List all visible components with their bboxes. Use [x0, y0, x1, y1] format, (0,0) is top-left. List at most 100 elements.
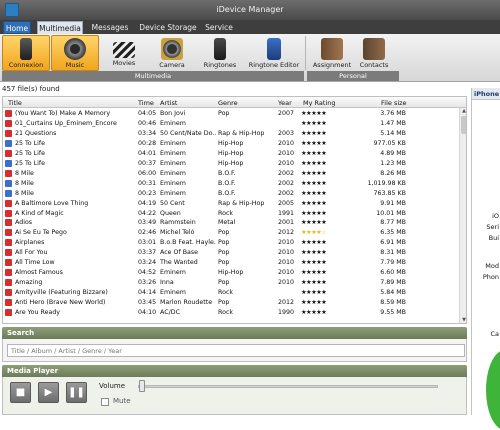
cell-size: 1.23 MB	[380, 159, 406, 167]
play-button[interactable]: ▶	[38, 382, 59, 403]
rating-stars[interactable]: ★★★★★	[301, 258, 326, 267]
cell-year: 2002	[278, 179, 295, 187]
rating-stars[interactable]: ★★★★★	[301, 159, 326, 168]
cell-size: 6.60 MB	[380, 269, 406, 277]
search-heading: Search	[2, 327, 467, 339]
table-row[interactable]: Almost Famous 04:52 Eminem Hip-Hop 2010 ★★★★★…	[3, 268, 459, 277]
cell-genre: Pop	[218, 249, 230, 257]
scroll-down-arrow-icon[interactable]: ▼	[460, 317, 466, 323]
cell-genre: Metal	[218, 219, 236, 227]
tab-messages[interactable]: Messages	[90, 21, 130, 34]
pause-icon: ❚❚	[68, 387, 85, 398]
rating-stars[interactable]: ★★★★★	[301, 278, 326, 287]
assignment-label: Assignment	[312, 61, 352, 69]
column-time[interactable]: Time	[138, 99, 154, 107]
rating-stars[interactable]: ★★★★★	[301, 149, 326, 158]
cell-time: 06:00	[138, 169, 157, 177]
cell-time: 03:49	[138, 219, 157, 227]
rating-stars[interactable]: ★★★★★	[301, 298, 326, 307]
column-year[interactable]: Year	[278, 99, 292, 107]
pause-button[interactable]: ❚❚	[66, 382, 87, 403]
tab-device-storage[interactable]: Device Storage	[138, 21, 198, 34]
column-my-rating[interactable]: My Rating	[303, 99, 335, 107]
cell-artist: 50 Cent/Nate Do...	[160, 129, 216, 137]
column-artist[interactable]: Artist	[160, 99, 177, 107]
scrollbar-thumb[interactable]	[461, 116, 466, 134]
table-row[interactable]: 8 Mile 06:00 Eminem B.O.F. 2002 ★★★★★ 8.26 MB	[3, 169, 459, 178]
camera-button[interactable]: Camera	[148, 35, 196, 71]
cell-year: 2003	[278, 129, 295, 137]
table-row[interactable]: 25 To Life 00:37 Eminem Hip-Hop 2010 ★★★★★ 1.2…	[3, 159, 459, 168]
table-row[interactable]: 01_Curtains Up_Eminem_Encore 00:46 Eminem ★…	[3, 119, 459, 128]
device-info-line: Bui	[488, 234, 499, 242]
assignment-button[interactable]: Assignment	[308, 35, 356, 71]
table-row[interactable]: Anti Hero (Brave New World) 03:45 Marlon R…	[3, 298, 459, 307]
stop-button[interactable]: ■	[10, 382, 31, 403]
cell-genre: Rock	[218, 209, 234, 217]
mute-checkbox[interactable]	[101, 398, 109, 406]
table-row[interactable]: A Kind of Magic 04:22 Queen Rock 1991 ★★★★★ 10…	[3, 209, 459, 218]
cell-artist: Eminem	[160, 289, 186, 297]
cell-genre: Pop	[218, 299, 230, 307]
rating-stars[interactable]: ★★★★☆	[301, 228, 326, 237]
rating-stars[interactable]: ★★★★★	[301, 248, 326, 257]
table-row[interactable]: Ai Se Eu Te Pego 02:46 Michel Teló Pop 2012 ★…	[3, 228, 459, 237]
table-row[interactable]: Adios 03:49 Rammstein Metal 2001 ★★★★★ 8.77 MB	[3, 218, 459, 227]
table-row[interactable]: 25 To Life 04:01 Eminem Hip-Hop 2010 ★★★★★ 4.8…	[3, 149, 459, 158]
rating-stars[interactable]: ★★★★★	[301, 109, 326, 118]
rating-stars[interactable]: ★★★★★	[301, 308, 326, 317]
table-row[interactable]: A Baltimore Love Thing 04:19 50 Cent Rap & …	[3, 199, 459, 208]
rating-stars[interactable]: ★★★★★	[301, 209, 326, 218]
tab-service[interactable]: Service	[204, 21, 234, 34]
ringtone-editor-button[interactable]: Ringtone Editor	[246, 35, 302, 71]
table-row[interactable]: Airplanes 03:01 B.o.B Feat. Hayle... Pop 201…	[3, 238, 459, 247]
table-row[interactable]: 25 To Life 00:28 Eminem Hip-Hop 2010 ★★★★★ 977…	[3, 139, 459, 148]
rating-stars[interactable]: ★★★★★	[301, 119, 326, 128]
column-title[interactable]: Title	[8, 99, 22, 107]
cell-artist: Eminem	[160, 269, 186, 277]
scroll-up-arrow-icon[interactable]: ▲	[460, 108, 466, 115]
cell-artist: 50 Cent	[160, 199, 185, 207]
cell-year: 1990	[278, 309, 295, 316]
cell-time: 04:05	[138, 110, 157, 117]
connexion-button[interactable]: Connexion	[2, 35, 50, 71]
rating-stars[interactable]: ★★★★★	[301, 199, 326, 208]
table-row[interactable]: Amityville (Featuring Bizzare) 04:14 Emine…	[3, 288, 459, 297]
rating-stars[interactable]: ★★★★★	[301, 238, 326, 247]
video-file-icon	[5, 269, 12, 277]
volume-slider-thumb[interactable]	[139, 380, 145, 392]
rating-stars[interactable]: ★★★★★	[301, 139, 326, 148]
play-icon: ▶	[44, 387, 53, 398]
rating-stars[interactable]: ★★★★★	[301, 218, 326, 227]
tab-home[interactable]: Home	[3, 21, 31, 34]
table-scrollbar[interactable]: ▲ ▼	[459, 108, 466, 323]
table-row[interactable]: 21 Questions 03:34 50 Cent/Nate Do... Rap &…	[3, 129, 459, 138]
table-row[interactable]: All For You 03:37 Ace Of Base Pop 2010 ★★★★★ 8…	[3, 248, 459, 257]
music-button[interactable]: Music	[51, 35, 99, 71]
table-row[interactable]: All Time Low 03:24 The Wanted Pop 2010 ★★★★★ 7…	[3, 258, 459, 267]
rating-stars[interactable]: ★★★★★	[301, 179, 326, 188]
table-row[interactable]: 8 Mile 00:31 Eminem B.O.F. 2002 ★★★★★ 1,019.98…	[3, 179, 459, 188]
cell-genre: Hip-Hop	[218, 149, 244, 157]
rating-stars[interactable]: ★★★★★	[301, 169, 326, 178]
movies-button[interactable]: Movies	[100, 35, 148, 71]
cell-year: 2001	[278, 219, 295, 227]
device-info-heading: iPhone	[472, 88, 500, 100]
volume-slider-track[interactable]	[138, 385, 438, 388]
rating-stars[interactable]: ★★★★★	[301, 288, 326, 297]
table-row[interactable]: Are You Ready 04:10 AC/DC Rock 1990 ★★★★★ 9.55…	[3, 308, 459, 317]
column-genre[interactable]: Genre	[218, 99, 238, 107]
rating-stars[interactable]: ★★★★★	[301, 189, 326, 198]
table-row[interactable]: Amazing 03:26 Inna Pop 2010 ★★★★★ 7.89 MB	[3, 278, 459, 287]
search-input[interactable]	[7, 344, 465, 357]
table-row[interactable]: (You Want To) Make A Memory 04:05 Bon Jovi…	[3, 109, 459, 118]
rating-stars[interactable]: ★★★★★	[301, 129, 326, 138]
cell-title: Ai Se Eu Te Pego	[15, 229, 67, 237]
ringtones-button[interactable]: Ringtones	[196, 35, 244, 71]
column-file-size[interactable]: File size	[381, 99, 407, 107]
table-row[interactable]: 8 Mile 00:23 Eminem B.O.F. 2002 ★★★★★ 763.85 K…	[3, 189, 459, 198]
rating-stars[interactable]: ★★★★★	[301, 268, 326, 277]
contacts-button[interactable]: Contacts	[350, 35, 398, 71]
cell-size: 7.79 MB	[380, 259, 406, 267]
tab-multimedia[interactable]: Multimedia	[37, 21, 83, 34]
